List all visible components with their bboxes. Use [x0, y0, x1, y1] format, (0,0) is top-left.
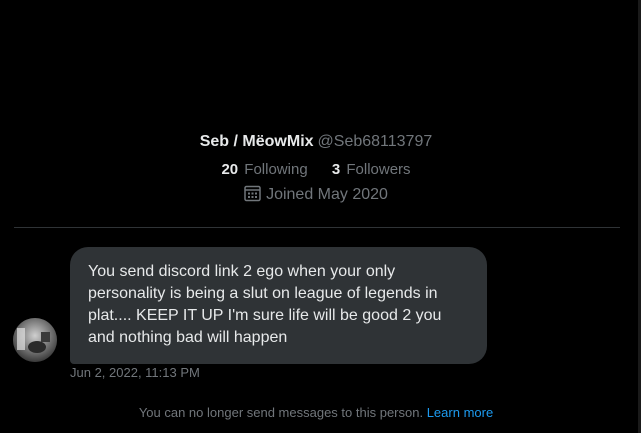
profile-handle[interactable]: @Seb68113797	[318, 133, 433, 150]
message-timestamp: Jun 2, 2022, 11:13 PM	[70, 365, 200, 380]
followers-label: Followers	[346, 161, 411, 178]
followers-count: 3	[331, 161, 341, 178]
followers-stat[interactable]: 3 Followers	[332, 160, 411, 179]
profile-name-line: Seb / MëowMix @Seb68113797	[0, 132, 632, 152]
joined-date: Joined May 2020	[0, 185, 632, 208]
profile-header: Seb / MëowMix @Seb68113797 20 Following 3…	[0, 132, 632, 208]
divider	[14, 227, 620, 228]
following-count: 20	[221, 161, 239, 178]
learn-more-link[interactable]: Learn more	[427, 405, 493, 420]
following-label: Following	[244, 161, 308, 178]
joined-text: Joined May 2020	[266, 186, 388, 203]
profile-display-name[interactable]: Seb / MëowMix	[200, 133, 314, 150]
following-stat[interactable]: 20 Following	[221, 160, 307, 179]
messaging-disabled-notice: You can no longer send messages to this …	[0, 404, 632, 422]
notice-text: You can no longer send messages to this …	[138, 405, 424, 420]
message-bubble[interactable]: You send discord link 2 ego when your on…	[70, 247, 487, 364]
profile-stats: 20 Following 3 Followers	[0, 160, 632, 179]
calendar-icon	[244, 185, 261, 208]
avatar[interactable]	[13, 318, 57, 362]
